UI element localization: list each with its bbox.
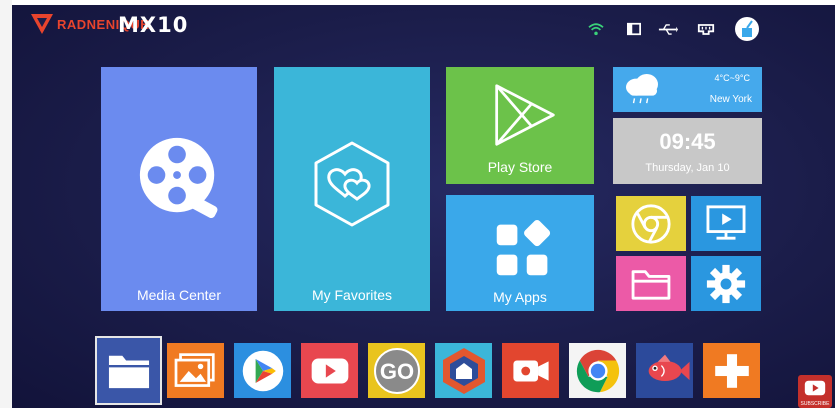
weather-temp-range: 4°C~9°C xyxy=(714,73,750,83)
video-camera-icon xyxy=(513,360,549,382)
chrome-outline-icon xyxy=(631,204,671,244)
play-store-label: Play Store xyxy=(487,159,553,175)
plus-icon xyxy=(715,354,749,388)
hearts-icon xyxy=(314,141,390,227)
left-border xyxy=(0,0,12,408)
dock-app-launcher[interactable] xyxy=(435,343,492,398)
clock-widget: 09:45 Thursday, Jan 10 xyxy=(613,118,762,184)
dock-gallery[interactable] xyxy=(167,343,224,398)
ethernet-icon xyxy=(695,19,717,39)
tv-screen: RADNENIQUE MX10 Media Center My Favorite… xyxy=(12,5,835,408)
my-favorites-label: My Favorites xyxy=(311,287,393,303)
my-apps-tile[interactable]: My Apps xyxy=(446,195,594,311)
subscribe-button[interactable]: SUBSCRIBE xyxy=(798,375,832,408)
dock-file-manager[interactable] xyxy=(95,336,162,405)
dock-google-play[interactable] xyxy=(234,343,291,398)
svg-text:GO: GO xyxy=(380,359,414,384)
monitor-play-icon xyxy=(706,205,746,240)
launcher-icon xyxy=(443,348,485,394)
dock-youtube[interactable] xyxy=(301,343,358,398)
youtube-play-icon xyxy=(804,380,826,396)
dock-go-app[interactable]: GO xyxy=(368,343,425,398)
dock-screen-recorder[interactable] xyxy=(502,343,559,398)
gear-icon xyxy=(706,264,746,304)
logo-icon xyxy=(31,14,53,34)
broom-icon xyxy=(742,20,753,37)
dock-chrome[interactable] xyxy=(569,343,626,398)
media-center-label: Media Center xyxy=(136,287,222,303)
display-icon xyxy=(624,19,644,39)
device-model: MX10 xyxy=(118,13,189,37)
fish-icon xyxy=(648,354,690,381)
weather-city: New York xyxy=(709,94,752,105)
play-triangle-icon xyxy=(495,84,555,146)
media-center-tile[interactable]: Media Center xyxy=(101,67,257,311)
chrome-icon xyxy=(576,349,620,393)
clock-date: Thursday, Jan 10 xyxy=(645,162,730,174)
subscribe-label: SUBSCRIBE xyxy=(800,401,830,407)
dock-fish-app[interactable] xyxy=(636,343,693,398)
clock-time: 09:45 xyxy=(659,129,716,154)
weather-widget[interactable]: 4°C~9°C New York xyxy=(613,67,762,112)
my-apps-label: My Apps xyxy=(493,289,547,305)
user-avatar[interactable] xyxy=(735,17,759,41)
chrome-tile[interactable] xyxy=(616,196,686,251)
usb-icon xyxy=(657,19,679,39)
folder-icon xyxy=(631,270,671,300)
go-app-icon: GO xyxy=(374,348,420,394)
film-reel-icon xyxy=(139,137,218,219)
apps-grid-icon xyxy=(496,220,551,276)
rain-cloud-icon xyxy=(626,73,658,104)
my-favorites-tile[interactable]: My Favorites xyxy=(274,67,430,311)
settings-tile[interactable] xyxy=(691,256,761,311)
screen-mirror-tile[interactable] xyxy=(691,196,761,251)
file-browser-tile[interactable] xyxy=(616,256,686,311)
wifi-icon xyxy=(586,19,606,39)
google-play-icon xyxy=(242,350,284,392)
youtube-icon xyxy=(311,358,349,384)
play-store-tile[interactable]: Play Store xyxy=(446,67,594,184)
gallery-icon xyxy=(174,353,215,387)
folder-icon xyxy=(108,355,150,389)
dock-add[interactable] xyxy=(703,343,760,398)
